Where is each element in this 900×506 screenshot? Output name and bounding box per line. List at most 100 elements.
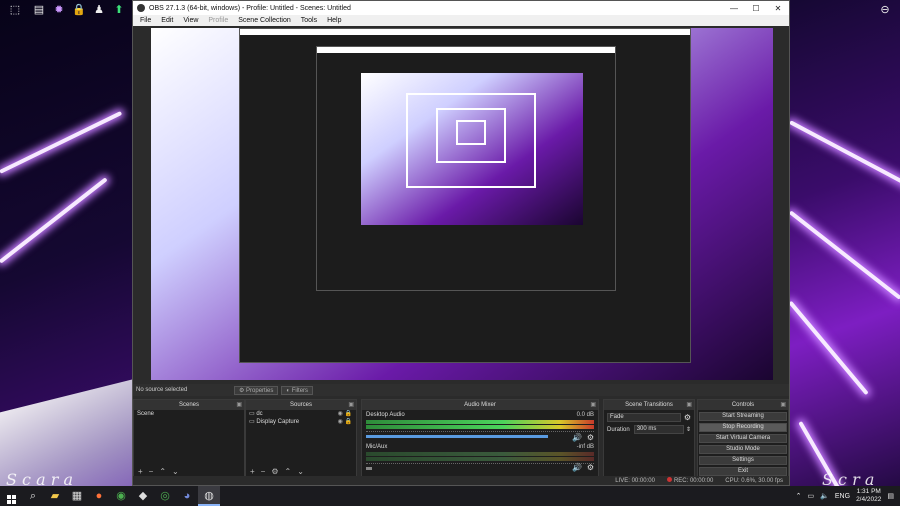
dock-menu-icon[interactable]: ▣ — [348, 400, 354, 410]
transitions-title: Scene Transitions — [625, 402, 673, 408]
move-down-icon[interactable]: ⌄ — [297, 467, 304, 476]
filters-label: Filters — [291, 387, 309, 394]
menu-profile[interactable]: Profile — [203, 17, 233, 24]
app-icon[interactable]: ◆ — [132, 486, 154, 506]
menu-help[interactable]: Help — [322, 17, 346, 24]
exit-button[interactable]: Exit — [699, 467, 787, 476]
dock-menu-icon[interactable]: ▣ — [590, 400, 596, 410]
calculator-icon[interactable]: ▦ — [66, 486, 88, 506]
volume-icon[interactable]: 🔈 — [820, 492, 829, 500]
monitor-icon: ▭ — [249, 411, 257, 417]
close-icon[interactable]: ✕ — [767, 4, 789, 13]
window-title: OBS 27.1.3 (64-bit, windows) - Profile: … — [149, 4, 351, 12]
remove-icon[interactable]: − — [149, 467, 154, 476]
menu-file[interactable]: File — [135, 17, 156, 24]
minimize-icon[interactable]: — — [723, 4, 745, 13]
source-item-label: Display Capture — [256, 419, 300, 425]
firefox-icon[interactable]: ● — [88, 486, 110, 506]
wallpaper-streak — [0, 177, 108, 264]
preview-canvas[interactable] — [151, 28, 773, 380]
move-up-icon[interactable]: ⌃ — [159, 467, 166, 476]
channel-db: 0.0 dB — [576, 412, 594, 418]
lock-app-icon[interactable]: 🔒 — [72, 3, 86, 17]
gear-icon[interactable]: ⚙ — [271, 467, 278, 476]
source-toolbar: No source selected ⚙ Properties ◐ Filter… — [133, 384, 789, 396]
maximize-icon[interactable]: ☐ — [745, 4, 767, 13]
gear-app-icon[interactable]: ✹ — [52, 3, 66, 17]
transition-select[interactable]: Fade — [607, 413, 681, 422]
add-icon[interactable]: + — [138, 467, 143, 476]
dock-menu-icon[interactable]: ▣ — [780, 400, 786, 410]
studio-mode-button[interactable]: Studio Mode — [699, 445, 787, 454]
network-icon[interactable]: ▭ — [808, 492, 815, 500]
sources-footer: + − ⚙ ⌃ ⌄ — [246, 466, 356, 476]
discord-icon[interactable]: ◕ — [176, 486, 198, 506]
gear-icon[interactable]: ⚙ — [587, 463, 594, 472]
obs-taskbar-icon[interactable]: ◍ — [198, 486, 220, 506]
filters-button[interactable]: ◐ Filters — [281, 385, 314, 395]
sources-dock: Sources ▣ ▭ dc ◉ 🔒 ▭ Display Capture ◉ 🔒 + … — [245, 399, 357, 477]
scene-item[interactable]: Scene — [134, 410, 244, 418]
channel-db: -inf dB — [576, 444, 594, 450]
start-streaming-button[interactable]: Start Streaming — [699, 412, 787, 421]
start-virtual-camera-button[interactable]: Start Virtual Camera — [699, 434, 787, 443]
upload-app-icon[interactable]: ⬆ — [112, 3, 126, 17]
clock[interactable]: 1:31 PM 2/4/2022 — [856, 488, 881, 504]
remove-icon[interactable]: − — [261, 467, 266, 476]
start-icon[interactable] — [0, 486, 22, 506]
move-down-icon[interactable]: ⌄ — [172, 467, 179, 476]
recycle-bin-icon[interactable]: ⬚ — [8, 3, 22, 17]
mixer-channel-desktop: Desktop Audio 0.0 dB 🔊 ⚙ — [366, 412, 594, 442]
dock-menu-icon[interactable]: ▣ — [686, 400, 692, 410]
transitions-body: Fade ⚙ Duration 300 ms ⇕ — [604, 413, 694, 471]
volume-slider[interactable] — [366, 467, 372, 470]
scenes-dock: Scenes ▣ Scene + − ⌃ ⌄ — [133, 399, 245, 477]
visibility-icon[interactable]: ◉ 🔒 — [338, 410, 352, 418]
taskbar: ⌕ ▰ ▦ ● ◉ ◆ ◎ ◕ ◍ ⌃ ▭ 🔈 ENG 1:31 PM 2/4/… — [0, 486, 900, 506]
dock-title: Audio Mixer ▣ — [362, 400, 598, 410]
notifications-icon[interactable]: ▤ — [887, 492, 894, 500]
wallpaper-streak — [789, 120, 900, 190]
chrome-profile-icon[interactable]: ◎ — [154, 486, 176, 506]
sources-list: ▭ dc ◉ 🔒 ▭ Display Capture ◉ 🔒 — [246, 410, 356, 468]
channel-name: Desktop Audio — [366, 412, 405, 418]
title-bar: OBS 27.1.3 (64-bit, windows) - Profile: … — [133, 1, 789, 15]
source-item[interactable]: ▭ dc ◉ 🔒 — [246, 410, 356, 418]
transition-gear-icon[interactable]: ⚙ — [684, 413, 691, 422]
visibility-icon[interactable]: ◉ 🔒 — [338, 418, 352, 426]
mixer-title: Audio Mixer — [464, 402, 496, 408]
gear-icon[interactable]: ⚙ — [587, 433, 594, 442]
settings-button[interactable]: Settings — [699, 456, 787, 465]
folder-icon[interactable]: ▰ — [44, 486, 66, 506]
menu-edit[interactable]: Edit — [156, 17, 178, 24]
volume-slider[interactable] — [366, 435, 549, 438]
account-icon[interactable]: ⊖ — [878, 3, 892, 17]
source-item[interactable]: ▭ Display Capture ◉ 🔒 — [246, 418, 356, 426]
rec-status: REC: 00:00:00 — [666, 477, 713, 484]
speaker-icon[interactable]: 🔊 — [572, 433, 582, 442]
channel-name: Mic/Aux — [366, 444, 388, 450]
stop-recording-button[interactable]: Stop Recording — [699, 423, 787, 432]
move-up-icon[interactable]: ⌃ — [285, 467, 292, 476]
language-indicator[interactable]: ENG — [835, 493, 850, 500]
duration-input[interactable]: 300 ms — [633, 425, 684, 434]
add-icon[interactable]: + — [250, 467, 255, 476]
meter-ticks — [366, 429, 594, 432]
chevron-up-icon[interactable]: ⌃ — [796, 492, 802, 500]
dock-menu-icon[interactable]: ▣ — [236, 400, 242, 410]
menu-view[interactable]: View — [178, 17, 203, 24]
notes-app-icon[interactable]: ▤ — [32, 3, 46, 17]
speaker-icon[interactable]: 🔊 — [572, 463, 582, 472]
properties-button[interactable]: ⚙ Properties — [234, 385, 279, 395]
obs-logo-icon — [137, 4, 145, 12]
cpu-status: CPU: 0.6%, 30.00 fps — [725, 477, 783, 484]
chrome-icon[interactable]: ◉ — [110, 486, 132, 506]
rec-dot-icon — [666, 477, 672, 482]
search-icon[interactable]: ⌕ — [22, 486, 44, 506]
audio-mixer-dock: Audio Mixer ▣ Desktop Audio 0.0 dB 🔊 ⚙ Mi… — [361, 399, 599, 477]
wallpaper-streak — [788, 300, 869, 396]
menu-scene-collection[interactable]: Scene Collection — [233, 17, 296, 24]
recorder-app-icon[interactable]: ♟ — [92, 3, 106, 17]
menu-tools[interactable]: Tools — [296, 17, 322, 24]
spinner-icon[interactable]: ⇕ — [686, 426, 691, 433]
